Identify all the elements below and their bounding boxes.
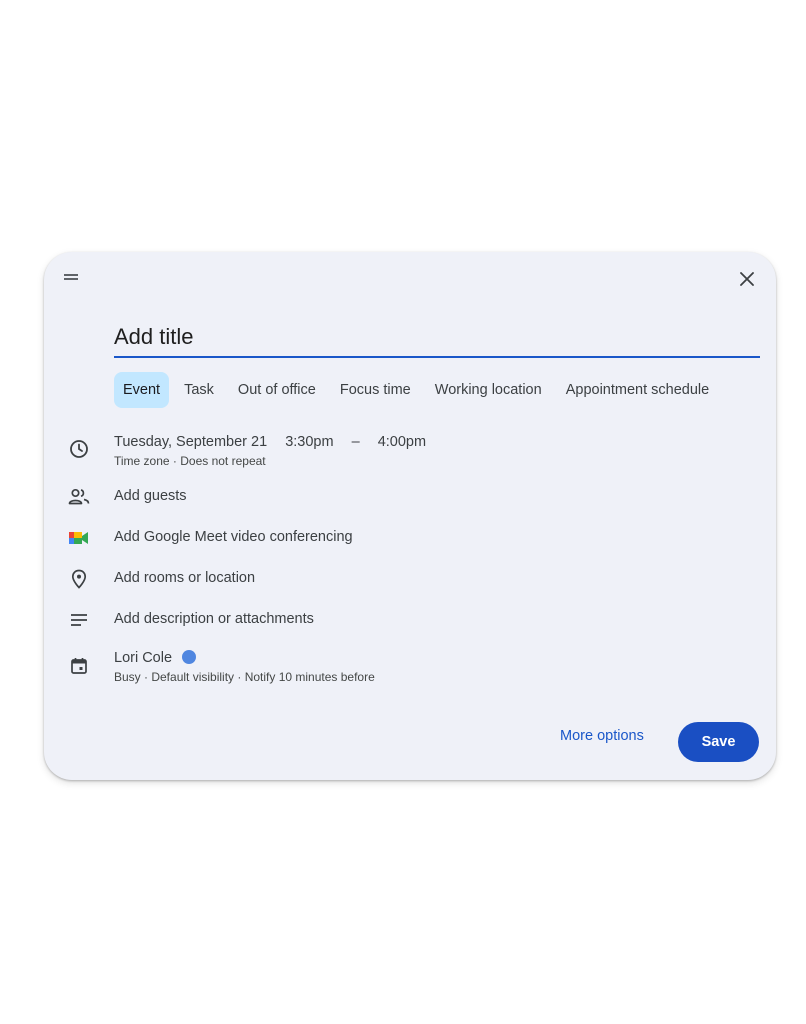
date-field[interactable]: Tuesday, September 21 (114, 434, 267, 450)
drag-handle-icon[interactable] (64, 274, 78, 280)
calendar-icon (68, 655, 90, 677)
title-input[interactable] (114, 322, 760, 358)
tab-focus-time[interactable]: Focus time (331, 372, 420, 408)
add-description-label: Add description or attachments (114, 611, 314, 627)
people-icon (68, 486, 90, 508)
tab-event[interactable]: Event (114, 372, 170, 408)
datetime-text: Tuesday, September 21 3:30pm – 4:00pm (114, 434, 426, 450)
close-icon (740, 272, 754, 286)
calendar-owner-name: Lori Cole (114, 650, 173, 666)
add-location-label: Add rooms or location (114, 570, 256, 586)
calendar-details[interactable]: Busy · Default visibility · Notify 10 mi… (114, 670, 375, 684)
google-meet-icon (68, 527, 90, 549)
tab-working-location[interactable]: Working location (426, 372, 551, 408)
timezone-repeat-link[interactable]: Time zone · Does not repeat (114, 454, 266, 468)
more-options-button[interactable]: More options (560, 728, 644, 744)
tab-task[interactable]: Task (175, 372, 223, 408)
location-pin-icon (68, 568, 90, 590)
save-button[interactable]: Save (678, 722, 759, 762)
calendar-owner: Lori Cole (114, 650, 197, 666)
close-button[interactable] (734, 266, 760, 292)
event-type-tabs: Event Task Out of office Focus time Work… (114, 372, 724, 408)
add-meet-label: Add Google Meet video conferencing (114, 529, 353, 545)
create-event-dialog: Event Task Out of office Focus time Work… (44, 252, 776, 780)
calendar-color-dot[interactable] (182, 650, 197, 664)
tab-out-of-office[interactable]: Out of office (229, 372, 325, 408)
end-time-field[interactable]: 4:00pm (378, 434, 426, 450)
start-time-field[interactable]: 3:30pm (285, 434, 333, 450)
tab-appointment-schedule[interactable]: Appointment schedule (557, 372, 719, 408)
time-separator: – (351, 434, 360, 450)
notes-icon (68, 609, 90, 631)
clock-icon (68, 438, 90, 460)
add-guests-label: Add guests (114, 488, 187, 504)
